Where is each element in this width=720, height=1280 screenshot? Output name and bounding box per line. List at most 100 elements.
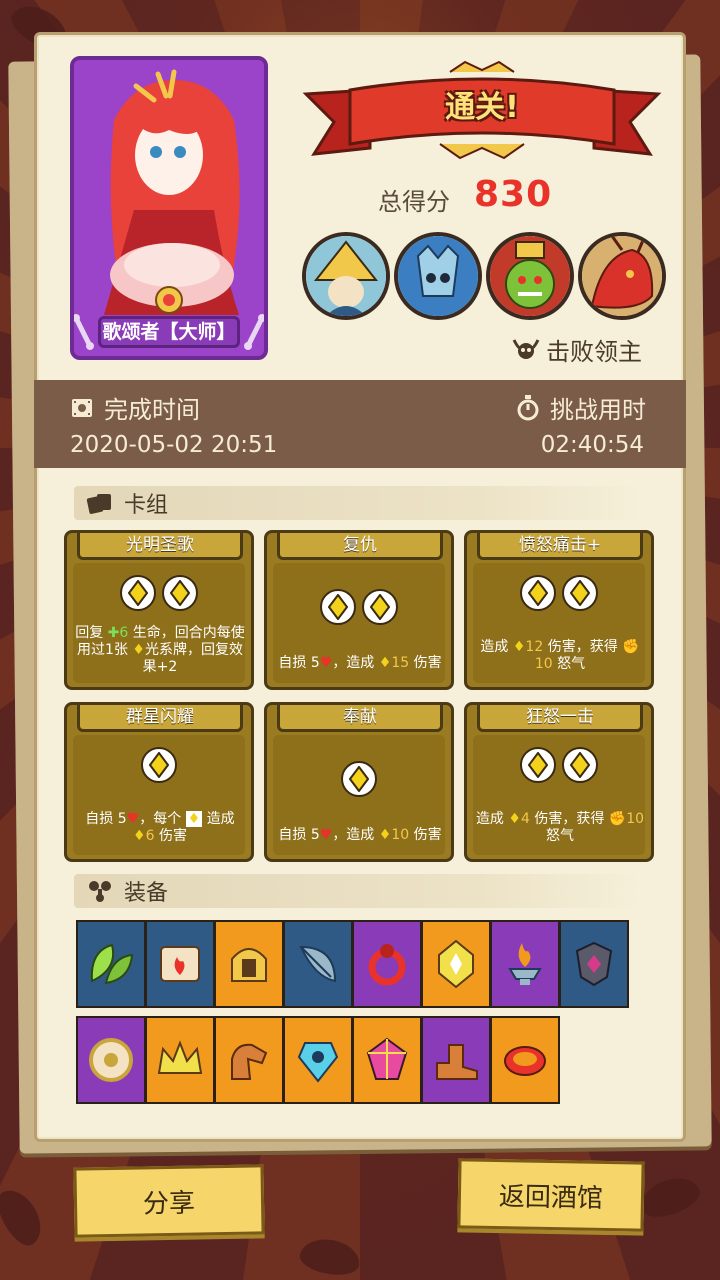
damage-value: 15 bbox=[391, 655, 410, 671]
hero-card[interactable]: 歌颂者【大师】 bbox=[70, 56, 268, 360]
heal-value: 6 bbox=[119, 625, 129, 641]
deck-card[interactable]: 狂怒一击 造成 ♦4 伤害，获得 ✊10 怒气 bbox=[464, 702, 654, 862]
rage-value: 10 bbox=[534, 656, 553, 672]
score-label: 总得分 bbox=[378, 188, 450, 216]
card-desc-text: 怒气 bbox=[557, 656, 586, 672]
card-body: 自损 5♥，造成 ♦15 伤害 bbox=[273, 563, 445, 683]
boss-portrait[interactable] bbox=[486, 232, 574, 320]
card-desc-text: 伤害 bbox=[413, 827, 442, 843]
bone-axe-icon bbox=[89, 881, 111, 902]
equipment-slot[interactable] bbox=[214, 1016, 284, 1104]
boss-portrait[interactable] bbox=[394, 232, 482, 320]
equipment-slot[interactable] bbox=[145, 920, 215, 1008]
equipment-row bbox=[76, 1016, 560, 1104]
skull-crystal-icon bbox=[297, 1042, 339, 1083]
card-body: 回复 ✚6 生命，回合内每使用过1张 ♦光系牌，回复效果+2 bbox=[73, 563, 245, 683]
deck-header: 卡组 bbox=[74, 486, 646, 520]
card-description: 造成 ♦12 伤害，获得 ✊ 10 怒气 bbox=[475, 639, 645, 673]
share-button[interactable]: 分享 bbox=[73, 1164, 265, 1238]
defeated-label: 击败领主 bbox=[512, 332, 642, 367]
shield-gem-icon bbox=[575, 941, 613, 987]
rage-value: 10 bbox=[626, 811, 645, 827]
yellow-gem-icon bbox=[438, 939, 474, 989]
card-cost bbox=[473, 575, 645, 611]
damage-value: 6 bbox=[145, 828, 155, 844]
victory-text: 通关! bbox=[445, 90, 519, 125]
card-name: 群星闪耀 bbox=[77, 702, 243, 732]
card-cost bbox=[273, 589, 445, 625]
deck-card[interactable]: 光明圣歌 回复 ✚6 生命，回合内每使用过1张 ♦光系牌，回复效果+2 bbox=[64, 530, 254, 690]
light-gem-icon bbox=[162, 575, 198, 611]
duration-label-text: 挑战用时 bbox=[550, 396, 646, 424]
boss-blue-knight-icon bbox=[398, 236, 478, 316]
red-ring-icon bbox=[368, 944, 406, 986]
equipment-slot[interactable] bbox=[283, 920, 353, 1008]
damage-value: 10 bbox=[391, 827, 410, 843]
equipment-title: 装备 bbox=[124, 881, 169, 906]
deck-card[interactable]: 愤怒痛击+ 造成 ♦12 伤害，获得 ✊ 10 怒气 bbox=[464, 530, 654, 690]
red-bracelet-icon bbox=[504, 1046, 546, 1076]
card-desc-text: 造成 bbox=[206, 811, 235, 827]
equipment-slot[interactable] bbox=[145, 1016, 215, 1104]
light-gem-icon: ♦ bbox=[132, 642, 145, 658]
card-body: 自损 5♥，每个 ♦ 造成 ♦6 伤害 bbox=[73, 735, 245, 855]
boss-green-demon-icon bbox=[490, 236, 570, 316]
light-gem-icon bbox=[341, 761, 377, 797]
equipment-slot[interactable] bbox=[214, 920, 284, 1008]
equipment-slot[interactable] bbox=[490, 1016, 560, 1104]
card-desc-text: 伤害，获得 bbox=[534, 811, 605, 827]
equipment-slot[interactable] bbox=[76, 920, 146, 1008]
duration-label: 挑战用时 bbox=[516, 390, 646, 425]
card-desc-text: 伤害 bbox=[158, 828, 187, 844]
card-body: 造成 ♦4 伤害，获得 ✊10 怒气 bbox=[473, 735, 645, 855]
fist-icon: ✊ bbox=[622, 639, 640, 655]
fist-icon: ✊ bbox=[608, 811, 627, 827]
heart-icon: ♥ bbox=[126, 811, 140, 827]
card-cost bbox=[473, 747, 645, 783]
equipment-slot[interactable] bbox=[283, 1016, 353, 1104]
back-to-tavern-button[interactable]: 返回酒馆 bbox=[457, 1158, 645, 1232]
card-desc-text: 怒气 bbox=[546, 828, 574, 844]
card-desc-text: 伤害 bbox=[413, 655, 442, 671]
finish-time-label-text: 完成时间 bbox=[104, 396, 200, 424]
card-desc-text: 伤害，获得 bbox=[547, 639, 618, 655]
deck-title: 卡组 bbox=[124, 493, 169, 518]
equipment-slot[interactable] bbox=[421, 1016, 491, 1104]
card-name: 奉献 bbox=[277, 702, 443, 732]
card-description: 自损 5♥，造成 ♦10 伤害 bbox=[275, 827, 445, 844]
boss-yellow-wizard-icon bbox=[306, 236, 386, 316]
light-gem-icon bbox=[520, 575, 556, 611]
card-description: 自损 5♥，每个 ♦ 造成 ♦6 伤害 bbox=[75, 811, 245, 845]
boss-portrait[interactable] bbox=[578, 232, 666, 320]
card-desc-text: 造成 bbox=[480, 639, 509, 655]
finish-time-value: 2020-05-02 20:51 bbox=[70, 432, 278, 458]
damage-value: 12 bbox=[525, 639, 544, 655]
light-gem-icon bbox=[562, 747, 598, 783]
light-gem-icon bbox=[320, 589, 356, 625]
equipment-slot[interactable] bbox=[421, 920, 491, 1008]
boss-portrait[interactable] bbox=[302, 232, 390, 320]
heal-icon: ✚ bbox=[107, 625, 120, 641]
equipment-slot[interactable] bbox=[352, 1016, 422, 1104]
equipment-slot[interactable] bbox=[559, 920, 629, 1008]
bone-icon bbox=[244, 314, 264, 350]
card-name: 复仇 bbox=[277, 530, 443, 560]
film-icon bbox=[72, 398, 92, 417]
deck-card[interactable]: 奉献 自损 5♥，造成 ♦10 伤害 bbox=[264, 702, 454, 862]
equipment-slot[interactable] bbox=[76, 1016, 146, 1104]
equipment-slot[interactable] bbox=[490, 920, 560, 1008]
feather-icon bbox=[299, 945, 337, 983]
card-body: 自损 5♥，造成 ♦10 伤害 bbox=[273, 735, 445, 855]
card-desc-text: 回复 bbox=[75, 625, 104, 641]
card-cost bbox=[73, 747, 245, 783]
equipment-slot[interactable] bbox=[352, 920, 422, 1008]
deck-card[interactable]: 复仇 自损 5♥，造成 ♦15 伤害 bbox=[264, 530, 454, 690]
duration-value: 02:40:54 bbox=[540, 432, 644, 458]
rainbow-crystal-icon bbox=[366, 1037, 408, 1080]
deck-card[interactable]: 群星闪耀 自损 5♥，每个 ♦ 造成 ♦6 伤害 bbox=[64, 702, 254, 862]
finish-time-label: 完成时间 bbox=[70, 390, 200, 425]
heart-icon: ♥ bbox=[319, 827, 333, 843]
card-description: 回复 ✚6 生命，回合内每使用过1张 ♦光系牌，回复效果+2 bbox=[75, 625, 245, 676]
card-cost bbox=[273, 761, 445, 797]
card-description: 自损 5♥，造成 ♦15 伤害 bbox=[275, 655, 445, 672]
